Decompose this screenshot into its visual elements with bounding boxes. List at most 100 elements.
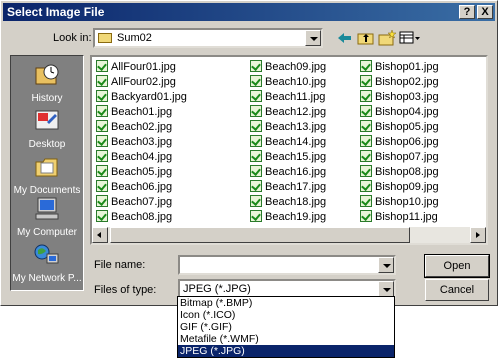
file-item[interactable]: Backyard01.jpg <box>96 89 187 105</box>
image-file-icon <box>250 195 262 207</box>
view-menu-icon <box>399 31 420 44</box>
file-name: Beach13.jpg <box>265 121 327 133</box>
chevron-down-icon[interactable] <box>305 30 321 46</box>
file-name: Beach12.jpg <box>265 106 327 118</box>
file-list[interactable]: AllFour01.jpg AllFour02.jpg Backyard01.jpg… <box>90 55 488 245</box>
horizontal-scrollbar[interactable] <box>92 227 486 243</box>
chevron-down-icon[interactable] <box>378 281 394 297</box>
scroll-right-button[interactable] <box>470 227 486 243</box>
place-history[interactable]: History <box>11 62 83 104</box>
image-file-icon <box>360 150 372 162</box>
image-file-icon <box>96 195 108 207</box>
file-item[interactable]: Bishop10.jpg <box>360 194 439 210</box>
view-menu-button[interactable] <box>398 29 422 47</box>
file-type-option[interactable]: Bitmap (*.BMP) <box>178 297 394 309</box>
file-item[interactable]: Bishop01.jpg <box>360 59 439 75</box>
file-item[interactable]: Beach08.jpg <box>96 209 172 225</box>
file-item[interactable]: Beach14.jpg <box>250 134 326 150</box>
image-file-icon <box>250 210 262 222</box>
chevron-down-icon[interactable] <box>378 257 394 273</box>
new-folder-button[interactable] <box>377 29 397 47</box>
file-item[interactable]: Beach19.jpg <box>250 209 326 225</box>
place-label: Desktop <box>28 139 66 150</box>
back-button[interactable] <box>335 29 355 47</box>
desktop-icon <box>35 110 59 130</box>
image-file-icon <box>250 105 262 117</box>
file-name: Bishop08.jpg <box>375 166 439 178</box>
scroll-left-button[interactable] <box>92 227 108 243</box>
file-name: Beach16.jpg <box>265 166 327 178</box>
image-file-icon <box>250 180 262 192</box>
file-item[interactable]: Bishop09.jpg <box>360 179 439 195</box>
file-item[interactable]: Beach12.jpg <box>250 104 326 120</box>
image-file-icon <box>360 210 372 222</box>
file-item[interactable]: Beach07.jpg <box>96 194 172 210</box>
file-name: Bishop07.jpg <box>375 151 439 163</box>
place-label: My Computer <box>16 227 77 238</box>
look-in-value: Sum02 <box>117 32 152 44</box>
file-type-option-selected[interactable]: JPEG (*.JPG) <box>178 345 394 357</box>
file-item[interactable]: Bishop07.jpg <box>360 149 439 165</box>
file-item[interactable]: Bishop08.jpg <box>360 164 439 180</box>
file-name-field[interactable] <box>178 255 396 275</box>
file-item[interactable]: Bishop03.jpg <box>360 89 439 105</box>
scrollbar-thumb[interactable] <box>110 227 410 243</box>
file-item[interactable]: Beach06.jpg <box>96 179 172 195</box>
place-my-network[interactable]: My Network P... <box>11 242 83 284</box>
image-file-icon <box>96 150 108 162</box>
file-type-dropdown[interactable]: Bitmap (*.BMP) Icon (*.ICO) GIF (*.GIF) … <box>177 296 395 358</box>
image-file-icon <box>96 165 108 177</box>
file-name: Beach11.jpg <box>265 91 326 103</box>
file-item[interactable]: Beach17.jpg <box>250 179 326 195</box>
file-name: Beach14.jpg <box>265 136 327 148</box>
file-item[interactable]: Bishop04.jpg <box>360 104 439 120</box>
image-file-icon <box>96 210 108 222</box>
file-item[interactable]: Beach01.jpg <box>96 104 172 120</box>
file-item[interactable]: Bishop02.jpg <box>360 74 439 90</box>
file-item[interactable]: Bishop05.jpg <box>360 119 439 135</box>
file-name: Bishop05.jpg <box>375 121 439 133</box>
image-file-icon <box>250 120 262 132</box>
file-type-option[interactable]: Metafile (*.WMF) <box>178 333 394 345</box>
open-button[interactable]: Open <box>424 254 490 278</box>
cancel-button[interactable]: Cancel <box>425 279 489 301</box>
history-icon <box>35 64 59 85</box>
close-button[interactable]: X <box>477 5 493 19</box>
image-file-icon <box>360 165 372 177</box>
file-name: Beach05.jpg <box>111 166 173 178</box>
file-item[interactable]: Beach05.jpg <box>96 164 172 180</box>
file-item[interactable]: Beach13.jpg <box>250 119 326 135</box>
up-folder-button[interactable] <box>356 29 376 47</box>
look-in-combo[interactable]: Sum02 <box>93 28 323 48</box>
place-label: History <box>31 93 63 104</box>
place-label: My Documents <box>13 185 81 196</box>
file-item[interactable]: Beach03.jpg <box>96 134 172 150</box>
file-item[interactable]: Beach15.jpg <box>250 149 326 165</box>
file-item[interactable]: Beach09.jpg <box>250 59 326 75</box>
image-file-icon <box>360 60 372 72</box>
image-file-icon <box>360 135 372 147</box>
file-name: Beach17.jpg <box>265 181 327 193</box>
file-item[interactable]: Beach18.jpg <box>250 194 326 210</box>
file-name: Beach10.jpg <box>265 76 327 88</box>
file-item[interactable]: AllFour02.jpg <box>96 74 176 90</box>
place-my-documents[interactable]: My Documents <box>11 154 83 196</box>
place-desktop[interactable]: Desktop <box>11 108 83 150</box>
file-item[interactable]: Bishop11.jpg <box>360 209 438 225</box>
file-item[interactable]: Beach16.jpg <box>250 164 326 180</box>
select-image-dialog: Select Image File ? X Look in: Sum02 His… <box>0 0 498 306</box>
file-type-option[interactable]: Icon (*.ICO) <box>178 309 394 321</box>
file-item[interactable]: AllFour01.jpg <box>96 59 176 75</box>
file-item[interactable]: Beach02.jpg <box>96 119 172 135</box>
file-item[interactable]: Beach04.jpg <box>96 149 172 165</box>
file-item[interactable]: Bishop06.jpg <box>360 134 439 150</box>
help-button[interactable]: ? <box>459 5 475 19</box>
file-item[interactable]: Beach10.jpg <box>250 74 326 90</box>
image-file-icon <box>360 180 372 192</box>
file-type-option[interactable]: GIF (*.GIF) <box>178 321 394 333</box>
file-name: Bishop11.jpg <box>375 211 438 223</box>
place-my-computer[interactable]: My Computer <box>11 196 83 238</box>
file-type-label: Files of type: <box>94 284 157 296</box>
file-name: Beach18.jpg <box>265 196 327 208</box>
file-item[interactable]: Beach11.jpg <box>250 89 325 105</box>
